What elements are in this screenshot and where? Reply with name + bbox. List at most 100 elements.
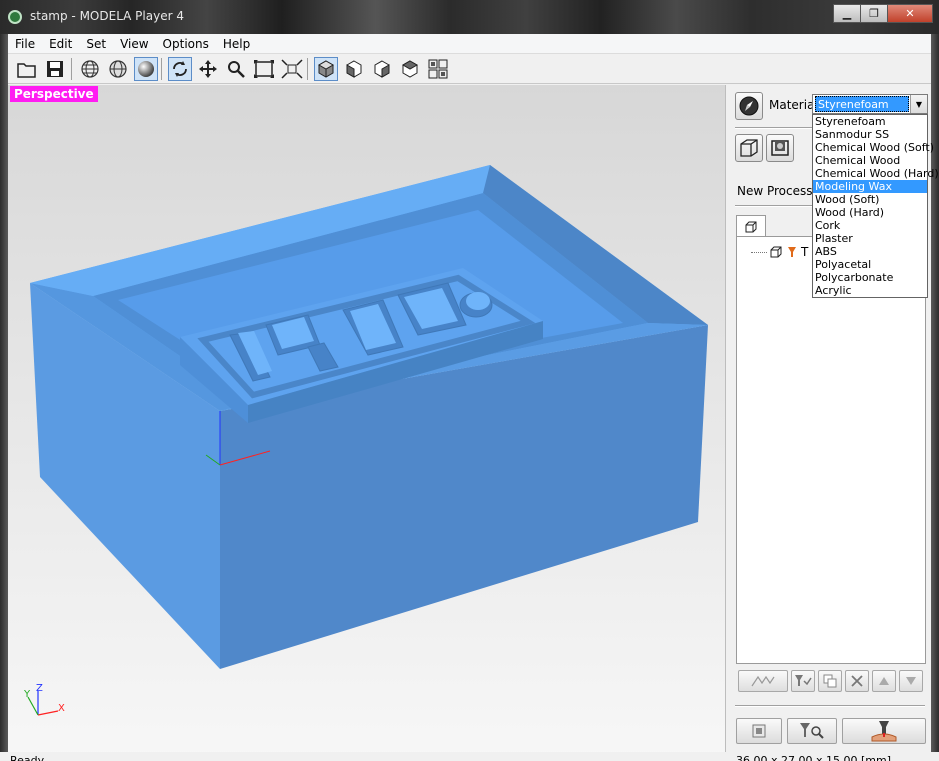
app-window: stamp - MODELA Player 4 ▁ ❐ ✕ File Edit … [0, 0, 939, 761]
axis-y-label: Y [23, 689, 31, 700]
material-button[interactable] [735, 92, 763, 120]
cube-tab-icon [745, 221, 757, 232]
minimize-button[interactable]: ▁ [833, 4, 861, 23]
perspective-view-button[interactable] [314, 57, 338, 81]
zoom-button[interactable] [224, 57, 248, 81]
material-option[interactable]: Acrylic [813, 284, 927, 297]
material-option[interactable]: Plaster [813, 232, 927, 245]
axis-z-label: Z [36, 683, 43, 694]
delete-process-button[interactable] [845, 670, 869, 692]
shaded-view-button[interactable] [134, 57, 158, 81]
move-arrows-icon [199, 60, 217, 78]
start-cutting-button[interactable] [842, 718, 926, 744]
fit-frame-icon [254, 60, 274, 78]
material-option[interactable]: Sanmodur SS [813, 128, 927, 141]
stock-box-icon [740, 139, 758, 157]
menu-set[interactable]: Set [79, 37, 113, 51]
magnifier-icon [228, 61, 245, 78]
tree-item[interactable]: T [751, 245, 808, 259]
material-selected-value: Styrenefoam [815, 96, 909, 112]
four-views-button[interactable] [426, 57, 450, 81]
material-option[interactable]: Wood (Soft) [813, 193, 927, 206]
model-dimensions: 36.00 x 27.00 x 15.00 [mm] [736, 754, 891, 761]
fit-view-button[interactable] [252, 57, 276, 81]
rotate-button[interactable] [168, 57, 192, 81]
menu-edit[interactable]: Edit [42, 37, 79, 51]
toolbar-separator [71, 58, 72, 80]
menu-file[interactable]: File [8, 37, 42, 51]
mesh-view-button[interactable] [106, 57, 130, 81]
toolbar [8, 54, 931, 84]
rotate-icon [173, 61, 187, 77]
process-panel: Material Styrenefoam ▼ Styrenefoam Sanmo… [727, 85, 939, 761]
3d-viewport[interactable]: Perspective Y Z X [8, 85, 726, 761]
delete-x-icon [851, 675, 863, 687]
app-icon[interactable] [8, 10, 22, 24]
stop-square-icon [752, 724, 766, 738]
tool-node-icon [788, 247, 796, 257]
zoom-fit-cube-icon [281, 59, 303, 79]
preview-cutting-button[interactable] [787, 718, 837, 744]
compass-icon [739, 96, 759, 116]
tree-item-label: T [801, 245, 809, 259]
move-down-button[interactable] [899, 670, 923, 692]
pan-button[interactable] [196, 57, 220, 81]
title-bar[interactable]: stamp - MODELA Player 4 ▁ ❐ ✕ [0, 0, 939, 34]
triangle-up-icon [879, 677, 889, 685]
triangle-down-icon [906, 677, 916, 685]
new-process-label: New Process [737, 184, 813, 198]
grid-views-icon [428, 59, 448, 79]
menu-view[interactable]: View [113, 37, 155, 51]
window-frame-left [0, 34, 8, 761]
material-option[interactable]: Chemical Wood [813, 154, 927, 167]
copy-process-button[interactable] [818, 670, 842, 692]
material-option[interactable]: Wood (Hard) [813, 206, 927, 219]
stop-button[interactable] [736, 718, 782, 744]
material-option[interactable]: Polycarbonate [813, 271, 927, 284]
top-view-button[interactable] [398, 57, 422, 81]
wireframe-view-button[interactable] [78, 57, 102, 81]
process-tree[interactable]: T [736, 236, 926, 664]
maximize-icon: ❐ [869, 7, 879, 20]
material-option-highlighted[interactable]: Modeling Wax [813, 180, 927, 193]
menu-help[interactable]: Help [216, 37, 257, 51]
close-button[interactable]: ✕ [887, 4, 933, 23]
material-option[interactable]: Chemical Wood (Soft) [813, 141, 934, 154]
stock-setup-button[interactable] [735, 134, 763, 162]
material-option[interactable]: Cork [813, 219, 927, 232]
save-icon [47, 61, 63, 77]
axis-x-label: X [58, 703, 65, 714]
save-button[interactable] [43, 57, 67, 81]
shaded-sphere-icon [138, 61, 154, 77]
move-up-button[interactable] [872, 670, 896, 692]
material-option[interactable]: Polyacetal [813, 258, 927, 271]
side-view-button[interactable] [370, 57, 394, 81]
menu-options[interactable]: Options [156, 37, 216, 51]
dropdown-arrow-icon[interactable]: ▼ [910, 95, 927, 113]
status-text: Ready [10, 754, 45, 761]
path-preview-button[interactable] [738, 670, 788, 692]
material-dropdown-list: Styrenefoam Sanmodur SS Chemical Wood (S… [812, 114, 939, 298]
cube-top-icon [401, 60, 419, 78]
toolpath-icon [751, 675, 775, 687]
material-select[interactable]: Styrenefoam ▼ [812, 94, 928, 114]
material-option[interactable]: Styrenefoam [813, 115, 927, 128]
tool-check-icon [795, 675, 812, 686]
stamp-model [30, 165, 708, 669]
modeling-form-button[interactable] [766, 134, 794, 162]
cube-front-icon [346, 60, 362, 78]
edit-process-button[interactable] [791, 670, 815, 692]
axis-indicator: Y Z X [23, 683, 65, 716]
window-title: stamp - MODELA Player 4 [30, 9, 184, 23]
folder-open-icon [17, 63, 36, 78]
toolbar-separator [307, 58, 308, 80]
tool-magnifier-icon [800, 723, 824, 739]
open-button[interactable] [15, 57, 39, 81]
front-view-button[interactable] [342, 57, 366, 81]
material-option[interactable]: Chemical Wood (Hard) [813, 167, 939, 180]
zoom-fit-button[interactable] [280, 57, 304, 81]
material-option[interactable]: ABS [813, 245, 927, 258]
process-tree-tab[interactable] [736, 215, 766, 237]
minimize-icon: ▁ [842, 7, 852, 20]
maximize-button[interactable]: ❐ [860, 4, 888, 23]
